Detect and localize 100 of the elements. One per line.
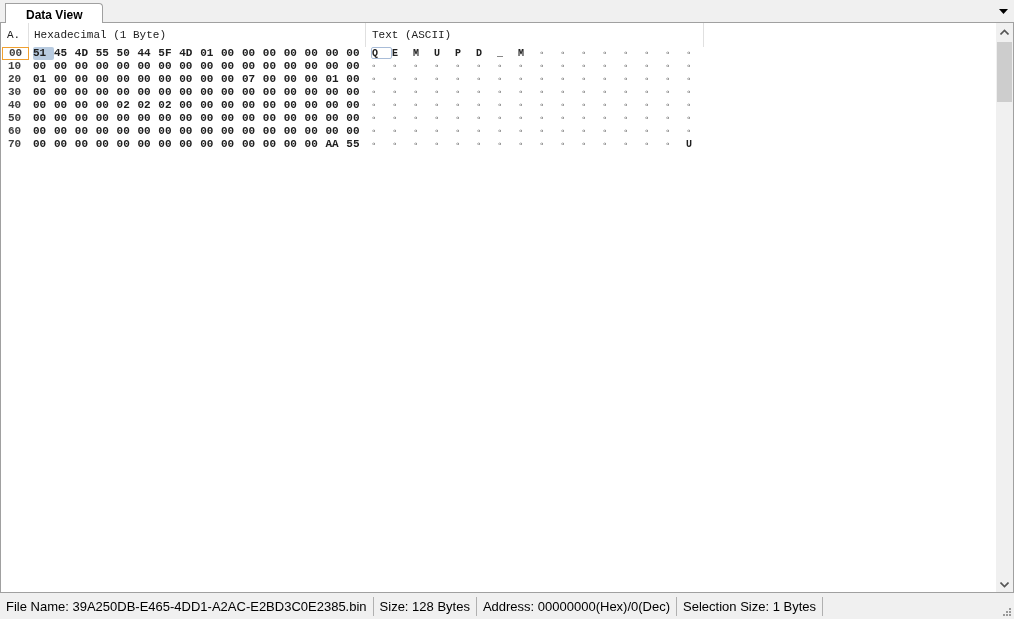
hex-cell[interactable]: 00: [116, 112, 138, 125]
hex-cell[interactable]: 00: [346, 86, 368, 99]
ascii-cell[interactable]: ◦: [581, 138, 602, 151]
ascii-cell[interactable]: ◦: [665, 86, 686, 99]
hex-cell[interactable]: 00: [95, 86, 117, 99]
ascii-cell[interactable]: ◦: [581, 73, 602, 86]
hex-cell[interactable]: 00: [221, 99, 242, 112]
ascii-cell[interactable]: ◦: [476, 138, 497, 151]
tab[interactable]: Data View: [5, 3, 104, 23]
hex-cell[interactable]: 00: [158, 86, 180, 99]
ascii-cell[interactable]: ◦: [623, 112, 644, 125]
hex-cell[interactable]: 00: [179, 86, 201, 99]
hex-cell[interactable]: 00: [283, 125, 305, 138]
hex-cell[interactable]: 00: [304, 47, 326, 60]
hex-cell[interactable]: 5F: [158, 47, 180, 60]
ascii-cell[interactable]: ◦: [581, 86, 602, 99]
ascii-cell[interactable]: E: [392, 47, 413, 60]
ascii-cell[interactable]: ◦: [455, 73, 476, 86]
ascii-cell[interactable]: ◦: [455, 60, 476, 73]
hex-cell[interactable]: 00: [33, 138, 54, 151]
ascii-cell[interactable]: ◦: [560, 86, 581, 99]
ascii-cell[interactable]: ◦: [476, 112, 497, 125]
ascii-cell[interactable]: ◦: [371, 86, 392, 99]
hex-cell[interactable]: 00: [283, 138, 305, 151]
ascii-cell[interactable]: ◦: [497, 112, 518, 125]
ascii-cell[interactable]: ◦: [602, 125, 623, 138]
hex-cell[interactable]: 00: [95, 99, 117, 112]
hex-cell[interactable]: 00: [53, 73, 75, 86]
hex-cell[interactable]: 00: [221, 86, 242, 99]
hex-cell[interactable]: 00: [325, 86, 347, 99]
hex-cell[interactable]: 00: [304, 125, 326, 138]
ascii-cell[interactable]: ◦: [644, 86, 665, 99]
address-cell[interactable]: 00: [2, 47, 29, 60]
hex-cell[interactable]: 00: [325, 60, 347, 73]
ascii-cell[interactable]: ◦: [518, 99, 539, 112]
hex-cell[interactable]: 00: [179, 138, 201, 151]
hex-cell[interactable]: 00: [137, 125, 159, 138]
hex-cell[interactable]: 00: [116, 138, 138, 151]
ascii-cell[interactable]: ◦: [413, 86, 434, 99]
ascii-cell[interactable]: ◦: [602, 60, 623, 73]
ascii-cell[interactable]: ◦: [518, 112, 539, 125]
hex-cell[interactable]: 00: [262, 60, 284, 73]
hex-cell[interactable]: 00: [116, 60, 138, 73]
hex-cell[interactable]: 00: [241, 60, 263, 73]
ascii-cell[interactable]: ◦: [371, 138, 392, 151]
hex-cell[interactable]: 00: [137, 112, 159, 125]
address-cell[interactable]: 60: [2, 125, 29, 138]
hex-cell[interactable]: 00: [95, 73, 117, 86]
hex-cell[interactable]: 02: [158, 99, 180, 112]
ascii-cell[interactable]: ◦: [497, 138, 518, 151]
ascii-cell[interactable]: M: [518, 47, 539, 60]
ascii-cell[interactable]: ◦: [518, 86, 539, 99]
ascii-cell[interactable]: ◦: [686, 86, 707, 99]
hex-cell[interactable]: 00: [241, 112, 263, 125]
hex-cell[interactable]: 00: [325, 99, 347, 112]
ascii-cell[interactable]: ◦: [455, 125, 476, 138]
hex-cell[interactable]: 00: [304, 99, 326, 112]
hex-cell[interactable]: 00: [137, 73, 159, 86]
hex-cell[interactable]: 00: [221, 60, 242, 73]
ascii-cell[interactable]: ◦: [413, 112, 434, 125]
ascii-cell[interactable]: ◦: [518, 138, 539, 151]
ascii-cell[interactable]: ◦: [623, 60, 644, 73]
hex-cell[interactable]: 00: [262, 138, 284, 151]
ascii-cell[interactable]: ◦: [413, 73, 434, 86]
ascii-cell[interactable]: ◦: [371, 99, 392, 112]
scroll-up-icon[interactable]: [1000, 29, 1009, 35]
hex-cell[interactable]: 00: [200, 99, 221, 112]
hex-cell[interactable]: 00: [221, 73, 242, 86]
hex-cell[interactable]: 00: [221, 138, 242, 151]
hex-cell[interactable]: 00: [346, 60, 368, 73]
hex-cell[interactable]: 4D: [74, 47, 96, 60]
ascii-cell[interactable]: ◦: [371, 112, 392, 125]
ascii-cell[interactable]: ◦: [581, 47, 602, 60]
hex-cell[interactable]: 00: [116, 86, 138, 99]
hex-cell[interactable]: 00: [346, 125, 368, 138]
ascii-cell[interactable]: ◦: [539, 60, 560, 73]
ascii-cell[interactable]: ◦: [581, 112, 602, 125]
ascii-cell[interactable]: ◦: [623, 125, 644, 138]
ascii-cell[interactable]: ◦: [392, 60, 413, 73]
hex-cell[interactable]: 00: [95, 125, 117, 138]
ascii-cell[interactable]: ◦: [665, 99, 686, 112]
ascii-cell[interactable]: ◦: [371, 73, 392, 86]
hex-cell[interactable]: 00: [74, 112, 96, 125]
ascii-cell[interactable]: ◦: [665, 112, 686, 125]
hex-cell[interactable]: 00: [158, 60, 180, 73]
hex-cell[interactable]: 00: [33, 125, 54, 138]
hex-cell[interactable]: 00: [116, 125, 138, 138]
hex-cell[interactable]: 00: [283, 60, 305, 73]
ascii-cell[interactable]: ◦: [581, 60, 602, 73]
dropdown-icon[interactable]: [999, 9, 1008, 14]
ascii-cell[interactable]: ◦: [602, 112, 623, 125]
hex-cell[interactable]: 01: [325, 73, 347, 86]
ascii-cell[interactable]: ◦: [644, 60, 665, 73]
hex-cell[interactable]: 00: [221, 112, 242, 125]
hex-cell[interactable]: 50: [116, 47, 138, 60]
hex-cell[interactable]: 51: [33, 47, 54, 60]
ascii-cell[interactable]: ◦: [434, 73, 455, 86]
hex-cell[interactable]: 00: [200, 138, 221, 151]
ascii-cell[interactable]: ◦: [686, 60, 707, 73]
ascii-cell[interactable]: ◦: [539, 47, 560, 60]
